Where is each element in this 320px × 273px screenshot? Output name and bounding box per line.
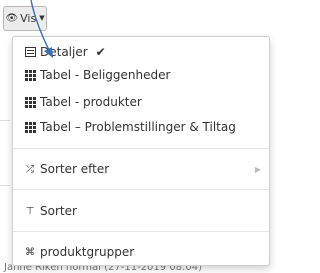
menu-divider <box>13 231 269 232</box>
shuffle-icon: ⤮ <box>26 163 34 175</box>
menu-item-label: Sorter efter <box>40 162 110 176</box>
table-grid-icon <box>23 96 37 108</box>
menu-item-label: Tabel - produkter <box>40 95 142 109</box>
background-divider <box>0 120 10 121</box>
vis-button[interactable]: 👁 Vis ▼ <box>3 6 47 31</box>
menu-item-tabel-beliggenheder[interactable]: Tabel - Beliggenheder <box>13 64 269 86</box>
vis-button-label: Vis <box>20 12 37 25</box>
menu-item-tabel-problemstillinger[interactable]: Tabel – Problemstillinger & Tiltag <box>13 116 269 138</box>
menu-item-label: Sorter <box>40 204 77 218</box>
list-icon <box>23 47 37 57</box>
menu-item-label: Detaljer <box>40 45 88 59</box>
menu-item-detaljer[interactable]: Detaljer ✔ <box>13 41 269 63</box>
filter-icon: ⊤ <box>25 205 35 217</box>
table-grid-icon <box>23 69 37 81</box>
menu-item-tabel-produkter[interactable]: Tabel - produkter <box>13 91 269 113</box>
table-grid-icon <box>23 121 37 133</box>
menu-divider <box>13 189 269 190</box>
background-divider <box>0 185 10 186</box>
menu-item-label: Tabel - Beliggenheder <box>40 68 171 82</box>
menu-item-sorter[interactable]: ⊤ Sorter <box>13 200 269 222</box>
menu-item-label: produktgrupper <box>40 245 135 259</box>
caret-down-icon: ▼ <box>39 14 45 22</box>
menu-item-produktgrupper[interactable]: ⌘ produktgrupper <box>13 241 269 263</box>
vis-dropdown-menu: Detaljer ✔ Tabel - Beliggenheder Tabel -… <box>12 36 270 266</box>
checkmark-icon: ✔ <box>95 45 106 59</box>
menu-item-label: Tabel – Problemstillinger & Tiltag <box>40 120 236 134</box>
group-object-icon: ⌘ <box>25 246 35 258</box>
menu-item-sorter-efter[interactable]: ⤮ Sorter efter ▶ <box>13 158 269 180</box>
eye-icon: 👁 <box>5 12 19 24</box>
submenu-arrow-icon: ▶ <box>254 164 261 174</box>
menu-divider <box>13 148 269 149</box>
